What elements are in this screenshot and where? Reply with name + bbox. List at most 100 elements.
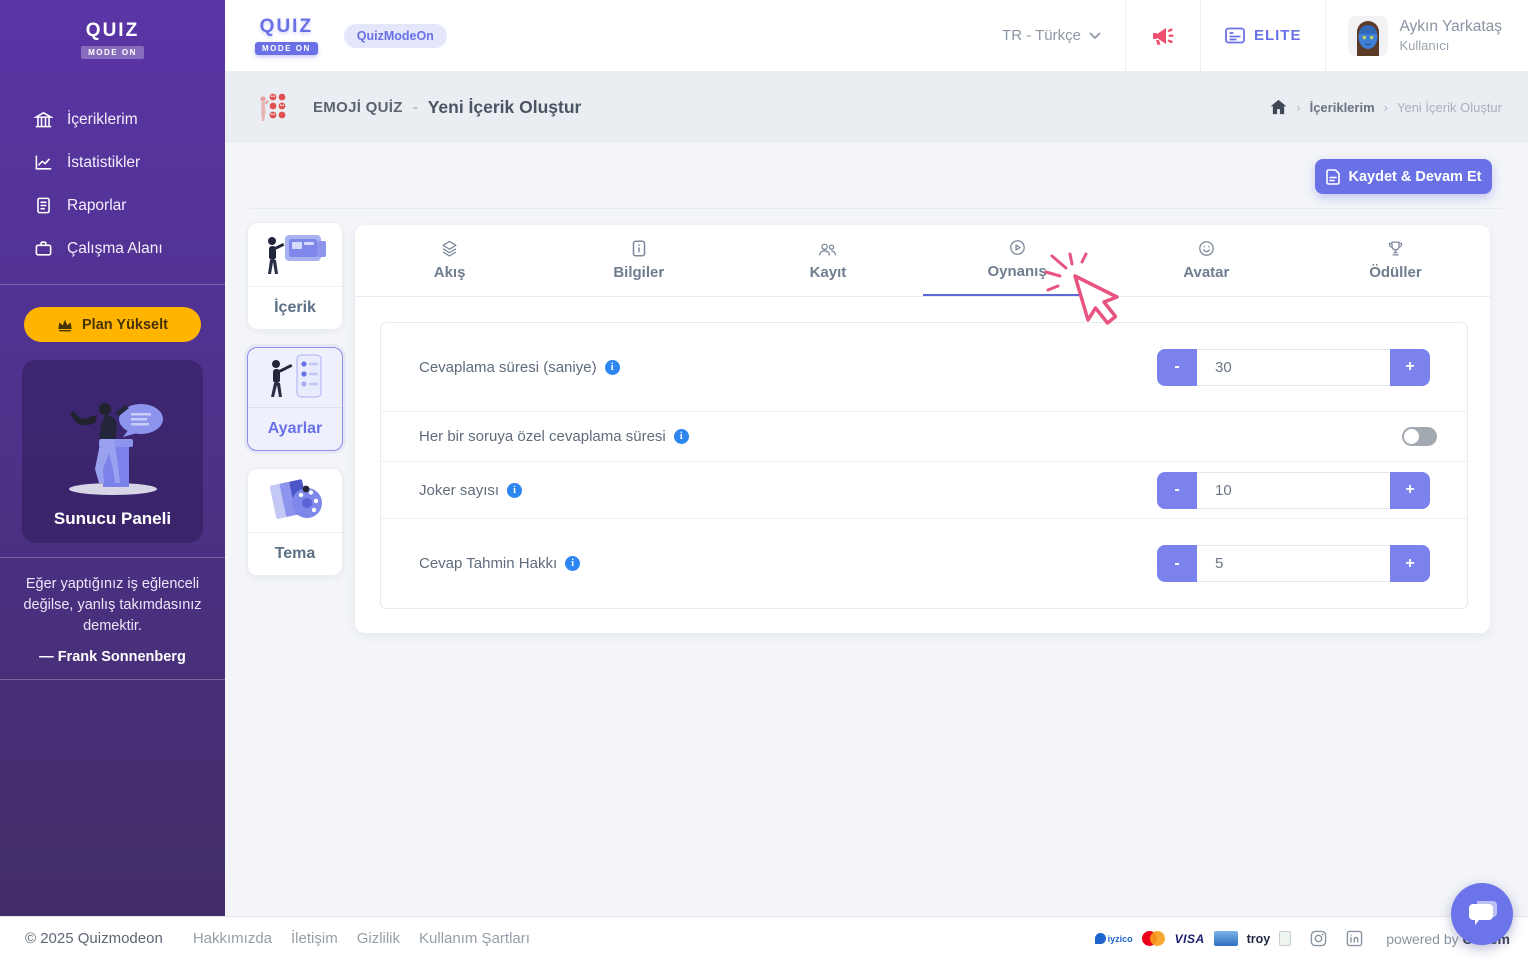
quote-author: — Frank Sonnenberg: [39, 649, 186, 666]
quote-block: Eğer yaptığınız iş eğlenceli değilse, ya…: [0, 558, 225, 665]
tab-info[interactable]: Bilgiler: [544, 225, 733, 296]
host-panel-card[interactable]: Sunucu Paneli: [22, 360, 203, 543]
setting-label-text: Her bir soruya özel cevaplama süresi: [419, 428, 666, 445]
powered-by-text: powered by: [1386, 930, 1459, 947]
side-tab-settings[interactable]: Ayarlar: [247, 347, 343, 451]
joker-count-value[interactable]: 10: [1197, 471, 1390, 509]
tab-avatar[interactable]: Avatar: [1112, 225, 1301, 296]
footer: © 2025 Quizmodeon Hakkımızda İletişim Gi…: [0, 916, 1528, 960]
tab-label: Bilgiler: [613, 264, 665, 281]
increment-button[interactable]: +: [1390, 471, 1430, 509]
side-tab-label: İçerik: [274, 299, 316, 316]
tab-label: Ödüller: [1369, 264, 1422, 281]
logo-subtext: MODE ON: [255, 41, 318, 55]
breadcrumb-chevron: ›: [1383, 99, 1388, 115]
sidebar-item-contents[interactable]: İçeriklerim: [0, 98, 225, 141]
chevron-down-icon: [1089, 32, 1101, 40]
tab-flow[interactable]: Akış: [355, 225, 544, 296]
upgrade-plan-button[interactable]: Plan Yükselt: [24, 307, 201, 342]
user-info: Aykın Yarkataş Kullanıcı: [1399, 18, 1502, 53]
sidebar-logo[interactable]: QUIZ MODE ON: [0, 0, 225, 60]
logo-text: QUIZ: [85, 20, 140, 41]
setting-row-jokers: Joker sayısı - 10 +: [381, 461, 1467, 518]
host-panel-label: Sunucu Paneli: [53, 509, 172, 528]
tab-gameplay[interactable]: Oynanış: [922, 225, 1112, 296]
info-icon[interactable]: [507, 482, 523, 498]
info-icon[interactable]: [604, 359, 620, 375]
toggle-knob: [1404, 429, 1419, 444]
footer-link-terms[interactable]: Kullanım Şartları: [419, 930, 530, 947]
payment-visa-logo: VISA: [1174, 931, 1205, 946]
language-selector[interactable]: TR - Türkçe: [978, 0, 1125, 71]
sidebar-item-workspace[interactable]: Çalışma Alanı: [0, 227, 225, 270]
footer-links: Hakkımızda İletişim Gizlilik Kullanım Şa…: [193, 930, 530, 947]
library-icon: [34, 110, 53, 129]
avatar: [1348, 15, 1389, 56]
payment-iyzico-logo: iyzico: [1094, 933, 1133, 944]
sidebar-item-label: Çalışma Alanı: [67, 239, 163, 257]
per-question-time-toggle[interactable]: [1402, 427, 1437, 446]
sidebar-item-label: İçeriklerim: [67, 110, 138, 128]
footer-link-privacy[interactable]: Gizlilik: [357, 930, 400, 947]
increment-button[interactable]: +: [1390, 545, 1430, 582]
increment-button[interactable]: +: [1390, 348, 1430, 386]
tab-label: Akış: [433, 264, 466, 281]
joker-count-stepper: - 10 +: [1157, 471, 1430, 509]
breadcrumb-contents-link[interactable]: İçeriklerim: [1310, 100, 1375, 115]
sidebar-item-statistics[interactable]: İstatistikler: [0, 141, 225, 184]
tab-registration[interactable]: Kayıt: [733, 225, 922, 296]
play-circle-icon: [1009, 239, 1026, 256]
linkedin-icon[interactable]: [1346, 930, 1363, 947]
app-logo[interactable]: QUIZ MODE ON: [255, 16, 318, 56]
quiz-name: EMOJİ QUİZ: [313, 98, 403, 116]
footer-link-contact[interactable]: İletişim: [291, 930, 338, 947]
settings-illustration: [248, 348, 342, 408]
save-icon: [1325, 168, 1340, 185]
side-tab-content[interactable]: İçerik: [247, 222, 343, 330]
guess-rights-stepper: - 5 +: [1157, 545, 1430, 582]
chart-line-icon: [34, 153, 53, 172]
theme-illustration: [248, 469, 342, 533]
iyzico-mark: [1094, 933, 1106, 944]
setting-label-text: Cevap Tahmin Hakkı: [419, 555, 558, 572]
breadcrumb-chevron: ›: [1296, 99, 1301, 115]
title-bar: EMOJİ QUİZ - Yeni İçerik Oluştur › İçeri…: [225, 71, 1528, 143]
setting-label: Joker sayısı: [419, 482, 523, 499]
decrement-button[interactable]: -: [1157, 348, 1197, 386]
tab-rewards[interactable]: Ödüller: [1301, 225, 1490, 296]
answer-time-value[interactable]: 30: [1197, 348, 1390, 386]
organization-badge[interactable]: QuizModeOn: [343, 23, 447, 48]
iyzico-label: iyzico: [1107, 933, 1133, 944]
sidebar-item-label: Raporlar: [67, 196, 127, 214]
decrement-button[interactable]: -: [1157, 471, 1197, 509]
footer-link-about[interactable]: Hakkımızda: [193, 930, 272, 947]
info-icon[interactable]: [565, 556, 581, 571]
sidebar-item-reports[interactable]: Raporlar: [0, 184, 225, 227]
footer-right: iyzico VISA troy powered by Codem: [1094, 930, 1510, 947]
guess-rights-value[interactable]: 5: [1197, 545, 1390, 582]
setting-row-per-question-time: Her bir soruya özel cevaplama süresi: [381, 411, 1467, 461]
save-continue-button[interactable]: Kaydet & Devam Et: [1315, 159, 1492, 194]
sidebar-divider: [0, 679, 225, 681]
briefcase-icon: [34, 239, 53, 258]
info-icon[interactable]: [673, 429, 689, 444]
announcements-button[interactable]: [1124, 0, 1200, 71]
payment-card-logo: [1213, 931, 1238, 946]
setting-label: Cevaplama süresi (saniye): [419, 359, 620, 376]
decrement-button[interactable]: -: [1157, 545, 1197, 582]
chat-widget-button[interactable]: [1451, 883, 1513, 945]
side-tab-theme[interactable]: Tema: [247, 468, 343, 576]
speaker-illustration: [43, 393, 183, 501]
sidebar-divider: [0, 284, 225, 285]
home-icon[interactable]: [1270, 99, 1287, 115]
crown-icon: [57, 318, 73, 332]
breadcrumb-current: Yeni İçerik Oluştur: [1396, 99, 1502, 115]
logo-subtext: MODE ON: [81, 46, 144, 59]
user-menu[interactable]: Aykın Yarkataş Kullanıcı: [1325, 0, 1528, 71]
upgrade-plan-label: Plan Yükselt: [82, 316, 168, 333]
breadcrumb: › İçeriklerim › Yeni İçerik Oluştur: [1270, 99, 1502, 115]
tab-label: Avatar: [1183, 264, 1230, 281]
plan-badge[interactable]: ELITE: [1199, 0, 1326, 71]
instagram-icon[interactable]: [1310, 930, 1327, 947]
setting-row-guess-rights: Cevap Tahmin Hakkı - 5 +: [381, 518, 1467, 608]
